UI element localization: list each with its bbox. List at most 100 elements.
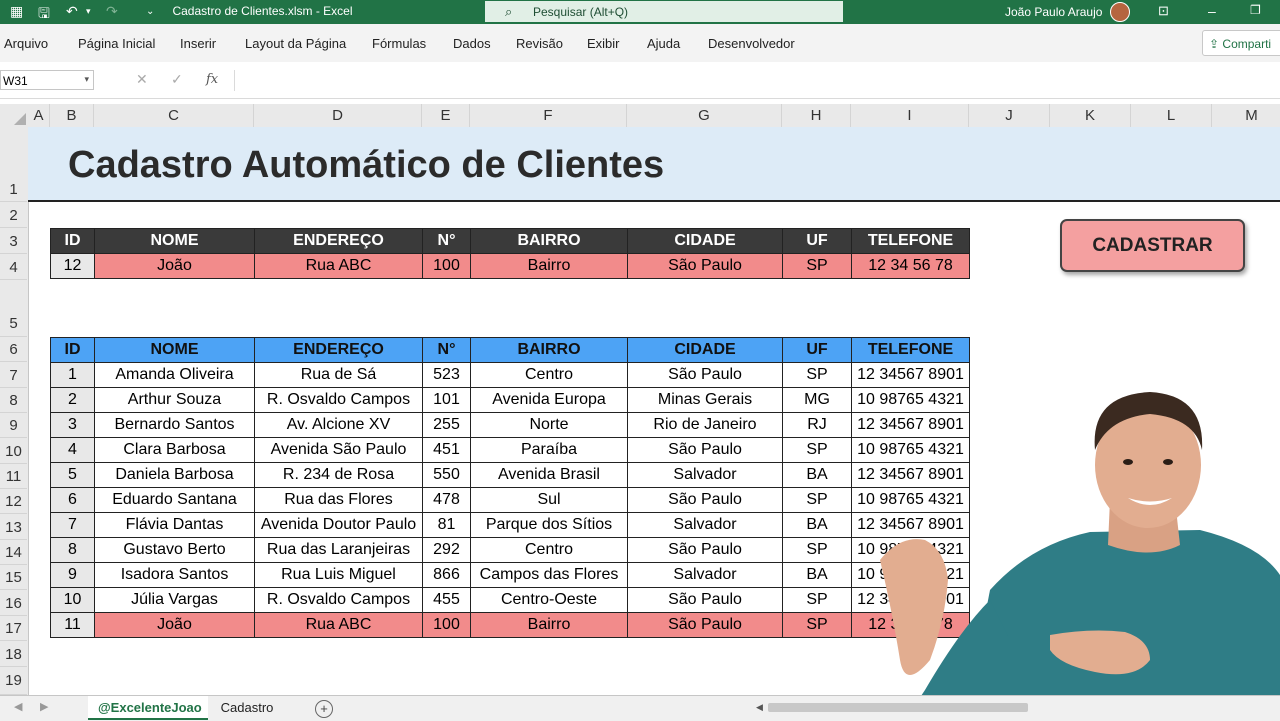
row-header-2[interactable]: 2 [0,202,27,228]
form-cell-bairro[interactable]: Bairro [470,253,628,279]
tab-prev-icon[interactable]: ◀ [14,700,22,713]
cell-endereco[interactable]: Rua Luis Miguel [254,562,423,588]
column-header-h[interactable]: H [782,104,851,127]
cell-endereco[interactable]: Rua de Sá [254,362,423,388]
add-sheet-button[interactable]: + [315,700,333,718]
cell-uf[interactable]: SP [782,487,852,513]
enter-icon[interactable]: ✓ [171,71,183,88]
cell-telefone[interactable]: 10 98765 4321 [851,387,970,413]
cell-cidade[interactable]: São Paulo [627,362,783,388]
cell-numero[interactable]: 255 [422,412,471,438]
tab-next-icon[interactable]: ▶ [40,700,48,713]
insert-function-icon[interactable]: fx [206,72,218,87]
column-header-c[interactable]: C [94,104,254,127]
row-header-9[interactable]: 9 [0,413,27,438]
row-header-18[interactable]: 18 [0,641,27,667]
column-header-e[interactable]: E [422,104,470,127]
cell-bairro[interactable]: Avenida Brasil [470,462,628,488]
cell-numero[interactable]: 101 [422,387,471,413]
cell-telefone[interactable]: 12 34567 8901 [851,362,970,388]
cell-bairro[interactable]: Sul [470,487,628,513]
cell-uf[interactable]: SP [782,362,852,388]
cell-uf[interactable]: MG [782,387,852,413]
cell-nome[interactable]: João [94,612,255,638]
cell-numero[interactable]: 478 [422,487,471,513]
row-header-11[interactable]: 11 [0,464,27,489]
menu-desenvolvedor[interactable]: Desenvolvedor [708,36,795,51]
cell-bairro[interactable]: Centro [470,537,628,563]
menu-dados[interactable]: Dados [453,36,491,51]
row-header-8[interactable]: 8 [0,388,27,413]
form-cell-cidade[interactable]: São Paulo [627,253,783,279]
cell-numero[interactable]: 866 [422,562,471,588]
cell-nome[interactable]: Arthur Souza [94,387,255,413]
name-box[interactable]: W31 ▾ [0,70,94,90]
cell-cidade[interactable]: São Paulo [627,487,783,513]
column-header-a[interactable]: A [28,104,50,127]
row-header-12[interactable]: 12 [0,489,27,514]
cell-bairro[interactable]: Centro [470,362,628,388]
form-cell-endereco[interactable]: Rua ABC [254,253,423,279]
restore-icon[interactable]: ❐ [1250,3,1261,17]
cell-numero[interactable]: 455 [422,587,471,613]
cell-id[interactable]: 11 [50,612,95,638]
cell-numero[interactable]: 523 [422,362,471,388]
cell-telefone[interactable]: 12 34567 8901 [851,412,970,438]
menu-revisao[interactable]: Revisão [516,36,563,51]
cell-nome[interactable]: Daniela Barbosa [94,462,255,488]
column-header-b[interactable]: B [50,104,94,127]
column-header-g[interactable]: G [627,104,782,127]
user-avatar[interactable] [1110,2,1130,22]
cell-cidade[interactable]: Salvador [627,462,783,488]
cell-uf[interactable]: BA [782,462,852,488]
cell-uf[interactable]: SP [782,437,852,463]
form-cell-uf[interactable]: SP [782,253,852,279]
cell-id[interactable]: 4 [50,437,95,463]
cell-telefone[interactable]: 12 34567 8901 [851,512,970,538]
menu-inserir[interactable]: Inserir [180,36,216,51]
cell-telefone[interactable]: 10 98765 4321 [851,487,970,513]
cell-telefone[interactable]: 12 34 56 78 [851,612,970,638]
search-box[interactable]: ⌕ Pesquisar (Alt+Q) [485,1,843,22]
cell-endereco[interactable]: Av. Alcione XV [254,412,423,438]
column-header-m[interactable]: M [1212,104,1280,127]
column-header-i[interactable]: I [851,104,969,127]
cell-id[interactable]: 3 [50,412,95,438]
cell-endereco[interactable]: Avenida São Paulo [254,437,423,463]
cell-id[interactable]: 5 [50,462,95,488]
cell-cidade[interactable]: São Paulo [627,612,783,638]
cell-uf[interactable]: RJ [782,412,852,438]
cell-bairro[interactable]: Avenida Europa [470,387,628,413]
row-header-13[interactable]: 13 [0,514,27,540]
formula-input[interactable] [234,70,1280,91]
cell-telefone[interactable]: 12 34567 8901 [851,462,970,488]
cell-numero[interactable]: 81 [422,512,471,538]
cell-endereco[interactable]: Rua das Laranjeiras [254,537,423,563]
share-button[interactable]: ⇪ Comparti [1202,30,1280,56]
scroll-left-icon[interactable]: ◀ [756,702,763,713]
horizontal-scrollbar[interactable]: ◀ [752,702,1280,714]
row-header-3[interactable]: 3 [0,228,27,254]
cell-endereco[interactable]: R. Osvaldo Campos [254,387,423,413]
cell-nome[interactable]: Eduardo Santana [94,487,255,513]
row-header-17[interactable]: 17 [0,616,27,641]
cell-bairro[interactable]: Parque dos Sítios [470,512,628,538]
row-header-7[interactable]: 7 [0,362,27,388]
menu-layout-da-pagina[interactable]: Layout da Página [245,36,346,51]
cell-bairro[interactable]: Bairro [470,612,628,638]
name-box-dropdown-icon[interactable]: ▾ [84,74,89,85]
select-all-corner[interactable] [0,104,28,127]
cancel-icon[interactable]: ✕ [136,71,148,88]
cell-id[interactable]: 10 [50,587,95,613]
cell-nome[interactable]: Gustavo Berto [94,537,255,563]
cell-telefone[interactable]: 10 98765 4321 [851,537,970,563]
cell-numero[interactable]: 451 [422,437,471,463]
minimize-icon[interactable]: – [1208,3,1216,19]
cadastrar-button[interactable]: CADASTRAR [1060,219,1245,272]
cell-numero[interactable]: 100 [422,612,471,638]
row-header-6[interactable]: 6 [0,337,27,362]
cell-id[interactable]: 1 [50,362,95,388]
cell-endereco[interactable]: R. 234 de Rosa [254,462,423,488]
column-header-f[interactable]: F [470,104,627,127]
cell-telefone[interactable]: 12 34567 8901 [851,587,970,613]
